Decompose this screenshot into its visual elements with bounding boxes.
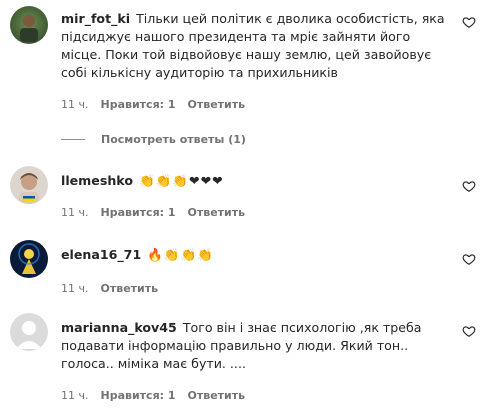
comment-text: marianna_kov45 Того він і знає психологію…: [61, 320, 426, 371]
heart-outline-icon[interactable]: [462, 252, 476, 266]
likes-count[interactable]: Нравится: 1: [101, 206, 176, 219]
avatar[interactable]: [10, 166, 48, 204]
heart-outline-icon[interactable]: [462, 324, 476, 338]
avatar[interactable]: [10, 240, 48, 278]
view-replies-button[interactable]: Посмотреть ответы (1): [61, 133, 246, 146]
username[interactable]: marianna_kov45: [61, 320, 177, 335]
comment-meta: 11 ч. Нравится: 1 Ответить: [61, 389, 245, 402]
comment-meta: 11 ч. Нравится: 1 Ответить: [61, 206, 245, 219]
comment-text: elena16_71 🔥👏👏👏: [61, 246, 446, 264]
timestamp[interactable]: 11 ч.: [61, 282, 89, 295]
comment-text: llemeshko 👏👏👏❤❤❤: [61, 172, 446, 190]
emoji-text: 👏👏👏❤❤❤: [139, 173, 224, 188]
reply-button[interactable]: Ответить: [188, 389, 246, 402]
timestamp[interactable]: 11 ч.: [61, 206, 89, 219]
comment-meta: 11 ч. Нравится: 1 Ответить: [61, 98, 245, 111]
username[interactable]: elena16_71: [61, 247, 141, 262]
likes-count[interactable]: Нравится: 1: [101, 98, 176, 111]
reply-button[interactable]: Ответить: [101, 282, 159, 295]
heart-outline-icon[interactable]: [462, 15, 476, 29]
comment-meta: 11 ч. Ответить: [61, 282, 158, 295]
avatar[interactable]: [10, 6, 48, 44]
emoji-text: 🔥👏👏👏: [147, 247, 214, 262]
reply-button[interactable]: Ответить: [188, 206, 246, 219]
comment-text: mir_fot_ki Тільки цей політик є дволика о…: [61, 11, 449, 80]
timestamp[interactable]: 11 ч.: [61, 389, 89, 402]
likes-count[interactable]: Нравится: 1: [101, 389, 176, 402]
username[interactable]: mir_fot_ki: [61, 11, 130, 26]
divider: [61, 139, 85, 140]
username[interactable]: llemeshko: [61, 173, 133, 188]
heart-outline-icon[interactable]: [462, 179, 476, 193]
avatar[interactable]: [10, 313, 48, 351]
reply-button[interactable]: Ответить: [188, 98, 246, 111]
timestamp[interactable]: 11 ч.: [61, 98, 89, 111]
